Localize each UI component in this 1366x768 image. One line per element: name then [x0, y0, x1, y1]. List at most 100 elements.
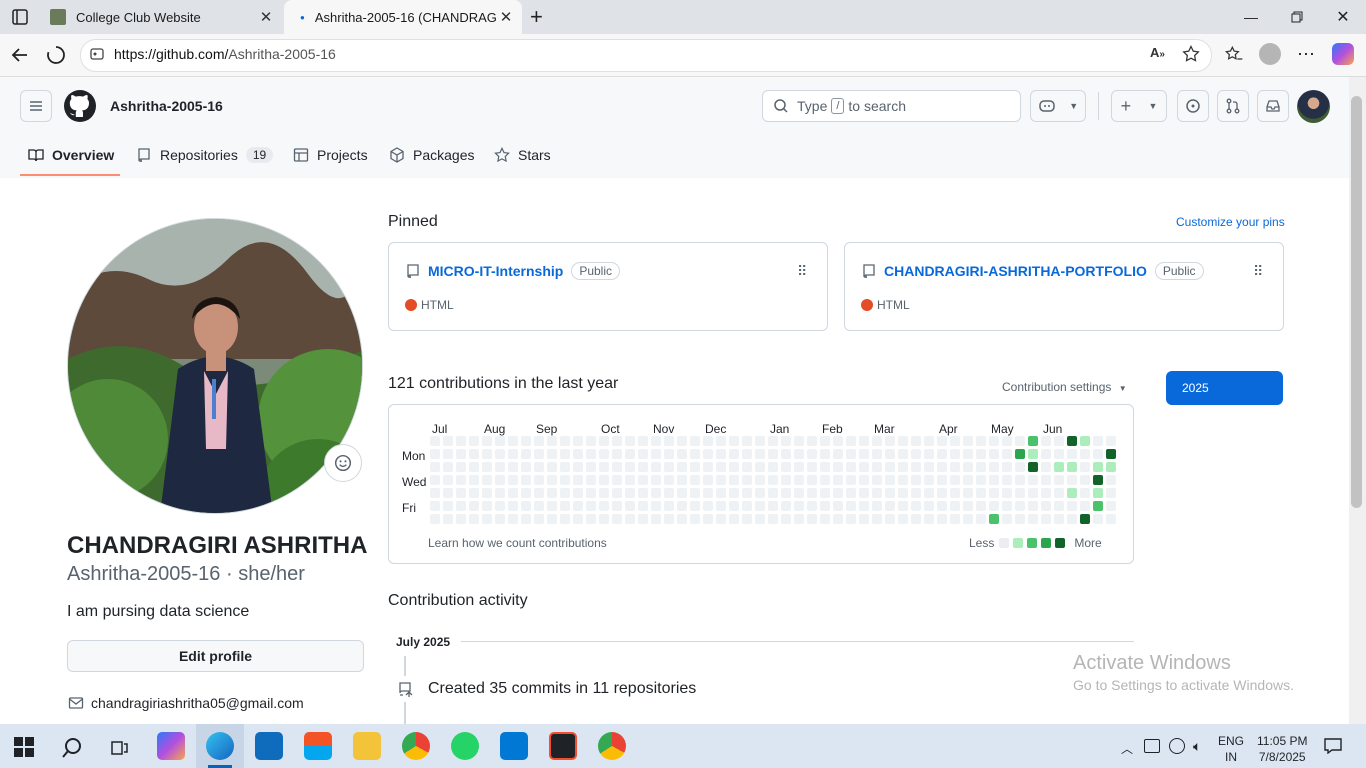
contribution-day-cell[interactable]	[898, 449, 908, 459]
contribution-day-cell[interactable]	[547, 462, 557, 472]
contribution-day-cell[interactable]	[599, 475, 609, 485]
contribution-day-cell[interactable]	[586, 436, 596, 446]
contribution-day-cell[interactable]	[664, 449, 674, 459]
contribution-day-cell[interactable]	[781, 475, 791, 485]
contribution-day-cell[interactable]	[794, 449, 804, 459]
contribution-day-cell[interactable]	[482, 488, 492, 498]
contribution-day-cell[interactable]	[625, 475, 635, 485]
contribution-day-cell[interactable]	[1106, 475, 1116, 485]
contribution-day-cell[interactable]	[729, 514, 739, 524]
contribution-day-cell[interactable]	[872, 449, 882, 459]
contribution-day-cell[interactable]	[534, 436, 544, 446]
contribution-day-cell[interactable]	[976, 462, 986, 472]
contribution-day-cell[interactable]	[677, 488, 687, 498]
contribution-settings-dropdown[interactable]: Contribution settings ▼	[1002, 380, 1127, 394]
contribution-day-cell[interactable]	[482, 514, 492, 524]
contribution-day-cell[interactable]	[859, 436, 869, 446]
contribution-day-cell[interactable]	[1067, 488, 1077, 498]
contribution-day-cell[interactable]	[612, 514, 622, 524]
contribution-day-cell[interactable]	[1041, 501, 1051, 511]
tab-stars[interactable]: Stars	[494, 140, 551, 170]
contribution-day-cell[interactable]	[690, 475, 700, 485]
contribution-day-cell[interactable]	[547, 501, 557, 511]
contribution-day-cell[interactable]	[508, 462, 518, 472]
contribution-day-cell[interactable]	[547, 449, 557, 459]
contribution-day-cell[interactable]	[911, 475, 921, 485]
contribution-day-cell[interactable]	[430, 501, 440, 511]
contribution-day-cell[interactable]	[989, 488, 999, 498]
contribution-day-cell[interactable]	[1015, 449, 1025, 459]
contribution-day-cell[interactable]	[664, 514, 674, 524]
contribution-day-cell[interactable]	[625, 501, 635, 511]
contribution-day-cell[interactable]	[794, 488, 804, 498]
contribution-day-cell[interactable]	[976, 514, 986, 524]
contribution-day-cell[interactable]	[924, 475, 934, 485]
profile-photo[interactable]	[67, 218, 363, 514]
contribution-day-cell[interactable]	[963, 462, 973, 472]
contribution-day-cell[interactable]	[742, 462, 752, 472]
contribution-day-cell[interactable]	[742, 501, 752, 511]
contribution-day-cell[interactable]	[547, 488, 557, 498]
contribution-day-cell[interactable]	[742, 436, 752, 446]
contribution-day-cell[interactable]	[456, 488, 466, 498]
drag-handle-icon[interactable]: ⠿	[797, 263, 807, 280]
contribution-day-cell[interactable]	[430, 462, 440, 472]
contribution-day-cell[interactable]	[469, 436, 479, 446]
contribution-day-cell[interactable]	[469, 449, 479, 459]
browser-tab-college-club[interactable]: College Club Website ✕	[42, 0, 282, 34]
contribution-day-cell[interactable]	[807, 462, 817, 472]
contribution-day-cell[interactable]	[950, 449, 960, 459]
contribution-day-cell[interactable]	[677, 475, 687, 485]
contribution-day-cell[interactable]	[937, 475, 947, 485]
contribution-day-cell[interactable]	[560, 449, 570, 459]
contribution-day-cell[interactable]	[599, 514, 609, 524]
activity-item[interactable]: Created 35 commits in 11 repositories	[428, 680, 696, 698]
url-text[interactable]: https://github.com/Ashritha-2005-16	[114, 46, 336, 62]
contribution-day-cell[interactable]	[690, 488, 700, 498]
contribution-day-cell[interactable]	[1067, 449, 1077, 459]
contribution-day-cell[interactable]	[495, 488, 505, 498]
contribution-day-cell[interactable]	[755, 462, 765, 472]
contribution-day-cell[interactable]	[651, 488, 661, 498]
contribution-day-cell[interactable]	[1093, 501, 1103, 511]
contribution-day-cell[interactable]	[846, 436, 856, 446]
contribution-day-cell[interactable]	[898, 514, 908, 524]
contribution-day-cell[interactable]	[911, 449, 921, 459]
contribution-day-cell[interactable]	[963, 514, 973, 524]
contribution-day-cell[interactable]	[521, 436, 531, 446]
contribution-day-cell[interactable]	[1028, 475, 1038, 485]
contribution-day-cell[interactable]	[1041, 436, 1051, 446]
contribution-day-cell[interactable]	[690, 462, 700, 472]
contribution-day-cell[interactable]	[716, 501, 726, 511]
contribution-day-cell[interactable]	[677, 449, 687, 459]
search-input[interactable]: Type / to search	[762, 90, 1021, 122]
contribution-day-cell[interactable]	[664, 475, 674, 485]
contribution-day-cell[interactable]	[833, 501, 843, 511]
contribution-day-cell[interactable]	[677, 436, 687, 446]
contribution-day-cell[interactable]	[768, 449, 778, 459]
contribution-day-cell[interactable]	[768, 462, 778, 472]
contribution-day-cell[interactable]	[1041, 462, 1051, 472]
contribution-day-cell[interactable]	[456, 462, 466, 472]
contribution-day-cell[interactable]	[989, 436, 999, 446]
task-view-icon[interactable]	[110, 738, 130, 758]
contribution-day-cell[interactable]	[924, 449, 934, 459]
contribution-day-cell[interactable]	[534, 501, 544, 511]
pull-requests-icon[interactable]	[1217, 90, 1249, 122]
tab-actions-icon[interactable]	[10, 7, 30, 27]
contribution-day-cell[interactable]	[1028, 501, 1038, 511]
contribution-day-cell[interactable]	[1080, 514, 1090, 524]
contribution-day-cell[interactable]	[508, 436, 518, 446]
contribution-day-cell[interactable]	[573, 436, 583, 446]
search-icon[interactable]	[60, 736, 84, 760]
contribution-day-cell[interactable]	[963, 488, 973, 498]
contribution-day-cell[interactable]	[859, 449, 869, 459]
contribution-day-cell[interactable]	[430, 488, 440, 498]
contribution-day-cell[interactable]	[1080, 436, 1090, 446]
tab-projects[interactable]: Projects	[293, 140, 368, 170]
copilot-icon[interactable]	[1332, 43, 1354, 65]
contribution-day-cell[interactable]	[976, 501, 986, 511]
contribution-day-cell[interactable]	[534, 475, 544, 485]
contribution-day-cell[interactable]	[573, 514, 583, 524]
contribution-day-cell[interactable]	[885, 449, 895, 459]
